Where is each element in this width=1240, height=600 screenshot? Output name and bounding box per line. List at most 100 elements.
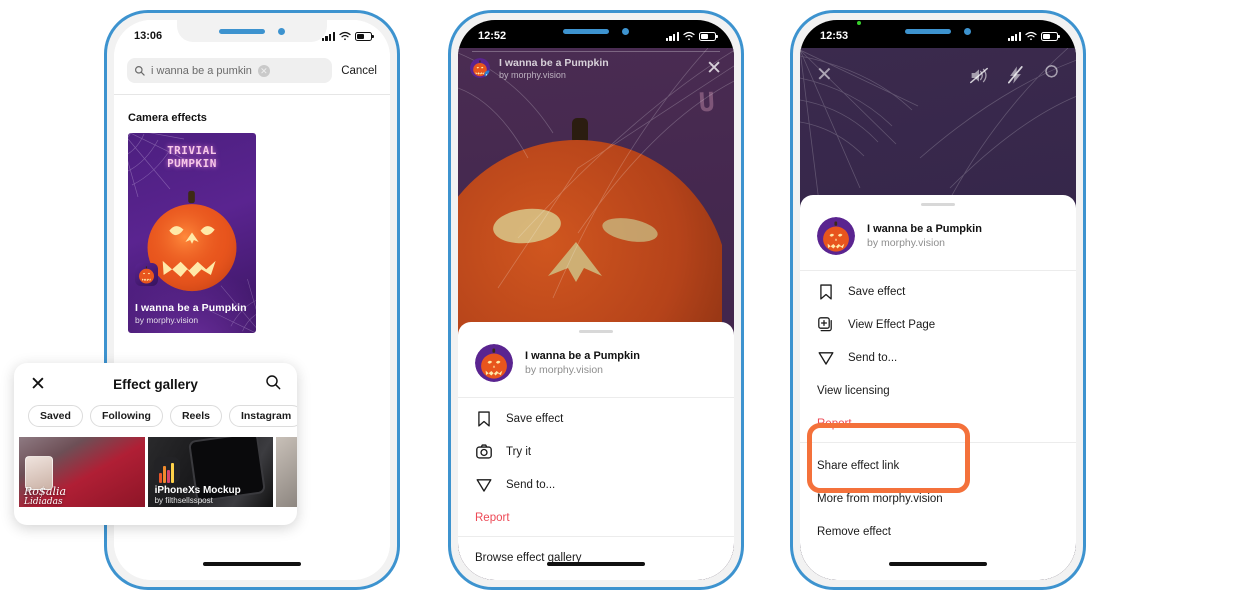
home-indicator xyxy=(203,562,301,566)
gallery-thumbnail-grid: Ro$alia Lidiadas iPhoneXs Mockup by filt… xyxy=(14,437,297,507)
menu-item-label: Report xyxy=(475,511,510,524)
status-time: 13:06 xyxy=(134,30,163,42)
gallery-thumb-1[interactable]: Ro$alia Lidiadas xyxy=(19,437,145,507)
avatar xyxy=(470,58,490,78)
top-progress-rule xyxy=(472,51,720,52)
menu-item-try-it[interactable]: Try it xyxy=(458,435,734,468)
status-time: 12:52 xyxy=(478,30,507,42)
status-icons xyxy=(857,21,1060,41)
menu-item-label: View Effect Page xyxy=(848,318,936,331)
status-time: 12:53 xyxy=(820,30,849,42)
gallery-title: Effect gallery xyxy=(113,376,198,392)
close-icon[interactable]: ✕ xyxy=(706,59,722,78)
flash-off-icon[interactable] xyxy=(1008,66,1023,84)
close-icon[interactable]: ✕ xyxy=(816,65,833,85)
sheet-effect-author: by morphy.vision xyxy=(525,364,604,376)
notch xyxy=(521,20,671,42)
app-icon-thumbnail xyxy=(153,457,180,483)
search-cancel-button[interactable]: Cancel xyxy=(341,65,377,77)
wifi-icon xyxy=(1025,31,1037,41)
phone-3-highlighted-menu: Share effect link More from morphy.visio… xyxy=(800,443,1076,550)
menu-item-label: Send to... xyxy=(506,478,556,491)
menu-item-label: Save effect xyxy=(506,412,564,425)
battery-icon xyxy=(355,31,374,41)
effect-header-title: I wanna be a Pumpkin xyxy=(499,56,609,69)
avatar xyxy=(817,217,855,255)
overlay-text-line-1: TRIVIAL xyxy=(167,144,217,157)
menu-item-share-effect-link[interactable]: Share effect link xyxy=(800,449,1076,482)
bookmark-icon xyxy=(817,283,834,300)
gallery-search-button[interactable] xyxy=(265,374,281,395)
camera-controls: ✕ xyxy=(800,58,1076,92)
effect-card-meta: I wanna be a Pumpkin by morphy.vision xyxy=(135,302,250,325)
status-icons xyxy=(321,31,374,41)
effect-card-author: by morphy.vision xyxy=(135,315,199,325)
clear-circle-icon[interactable]: ✕ xyxy=(257,64,270,77)
menu-item-report[interactable]: Report xyxy=(458,501,734,534)
menu-item-view-licensing[interactable]: View licensing xyxy=(800,374,1076,407)
search-icon xyxy=(266,374,281,389)
gallery-thumb-3-partial[interactable] xyxy=(276,437,297,507)
gallery-pill-following[interactable]: Following xyxy=(89,405,163,427)
menu-item-send-to[interactable]: Send to... xyxy=(458,468,734,501)
front-camera-dot xyxy=(278,27,285,35)
phone-3-action-sheet: I wanna be a Pumpkin by morphy.vision Sa… xyxy=(800,195,1076,580)
phone-2-menu: Save effect Try it Send to... Report xyxy=(458,398,734,536)
search-row: i wanna be a pumkin ✕ Cancel xyxy=(114,48,390,94)
menu-item-label: More from morphy.vision xyxy=(817,492,943,505)
close-icon[interactable]: ✕ xyxy=(30,375,46,394)
effect-gallery-overlay: ✕ Effect gallery Saved Following Reels I… xyxy=(14,363,297,525)
phone-2-footer-menu: Browse effect gallery xyxy=(458,537,734,576)
battery-icon xyxy=(699,31,718,41)
status-icons xyxy=(665,31,718,41)
sheet-effect-row[interactable]: I wanna be a Pumpkin by morphy.vision xyxy=(458,333,734,397)
gallery-pill-saved[interactable]: Saved xyxy=(28,405,83,427)
screenshot-stage: i wanna be a pumkin ✕ Cancel Camera effe… xyxy=(0,0,1240,600)
overlay-text-line-2: PUMPKIN xyxy=(167,156,217,170)
menu-item-view-effect-page[interactable]: View Effect Page xyxy=(800,308,1076,341)
menu-item-label: Remove effect xyxy=(817,525,891,538)
front-camera-dot xyxy=(964,27,971,35)
speaker-mute-icon[interactable] xyxy=(970,67,988,84)
menu-item-label: Report xyxy=(817,417,852,430)
menu-item-save-effect[interactable]: Save effect xyxy=(458,402,734,435)
menu-item-report[interactable]: Report xyxy=(800,407,1076,440)
wifi-icon xyxy=(683,31,695,41)
effect-page-icon xyxy=(817,316,834,333)
sheet-effect-row[interactable]: I wanna be a Pumpkin by morphy.vision xyxy=(800,206,1076,270)
pumpkin-avatar-icon xyxy=(817,217,855,255)
gallery-thumb-1-labels: Ro$alia Lidiadas xyxy=(24,486,66,507)
phone-3-effect-options: ✕ I wanna be a Pumpkin by morphy.vision … xyxy=(790,10,1086,590)
menu-item-send-to[interactable]: Send to... xyxy=(800,341,1076,374)
menu-item-save-effect[interactable]: Save effect xyxy=(800,275,1076,308)
speaker-grill xyxy=(219,28,265,34)
gallery-thumb-2[interactable]: iPhoneXs Mockup by filthsellsspost xyxy=(147,437,274,507)
effect-card[interactable]: TRIVIAL PUMPKIN I wanna be a Pumpkin by … xyxy=(128,133,256,333)
sheet-effect-text: I wanna be a Pumpkin by morphy.vision xyxy=(525,350,640,376)
menu-item-more-from-creator[interactable]: More from morphy.vision xyxy=(800,482,1076,515)
gallery-pill-reels[interactable]: Reels xyxy=(169,405,222,427)
menu-item-remove-effect[interactable]: Remove effect xyxy=(800,515,1076,548)
speaker-grill xyxy=(563,28,609,34)
menu-item-browse-effect-gallery[interactable]: Browse effect gallery xyxy=(458,541,734,574)
sheet-effect-author: by morphy.vision xyxy=(867,237,946,249)
pumpkin-illustration xyxy=(147,190,237,292)
effect-card-overlay-text: TRIVIAL PUMPKIN xyxy=(128,144,256,170)
notch xyxy=(863,20,1013,42)
sheet-effect-title: I wanna be a Pumpkin xyxy=(525,350,640,362)
phone-2-effect-preview: U I wanna be a Pumpkin by morphy.vision … xyxy=(448,10,744,590)
gallery-pill-instagram[interactable]: Instagram xyxy=(228,405,297,427)
menu-item-label: View licensing xyxy=(817,384,890,397)
battery-icon xyxy=(1041,31,1060,41)
gear-icon[interactable] xyxy=(1043,64,1060,86)
menu-item-label: Send to... xyxy=(848,351,898,364)
search-input[interactable]: i wanna be a pumkin ✕ xyxy=(127,58,333,83)
menu-item-label: Save effect xyxy=(848,285,906,298)
effect-header: I wanna be a Pumpkin by morphy.vision ✕ xyxy=(458,48,734,88)
home-indicator xyxy=(547,562,645,566)
bookmark-icon xyxy=(475,410,492,427)
effect-author-badge xyxy=(135,263,158,286)
send-icon xyxy=(817,349,834,366)
front-camera-dot xyxy=(622,27,629,35)
speaker-grill xyxy=(905,28,951,34)
